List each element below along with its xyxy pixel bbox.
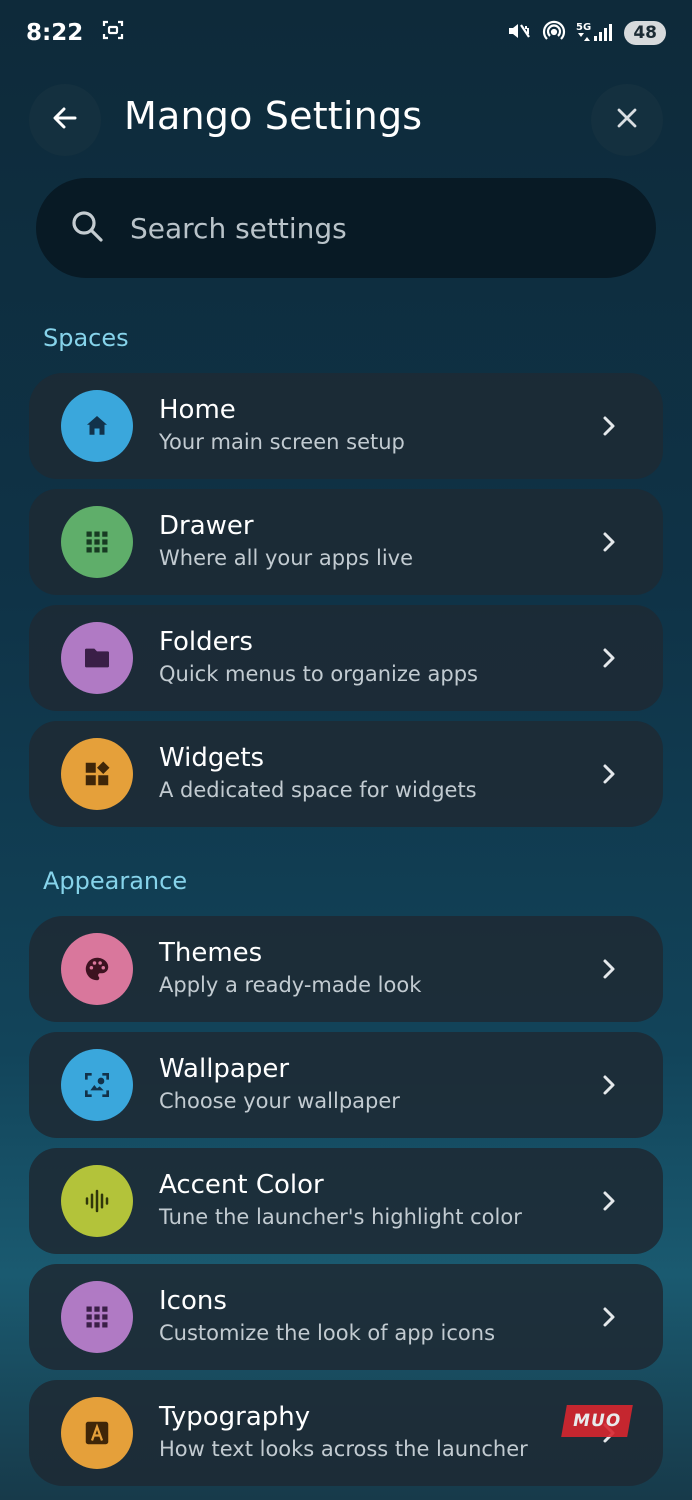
item-title: Themes — [159, 938, 263, 968]
item-subtitle: Choose your wallpaper — [159, 1089, 400, 1113]
settings-item-widgets[interactable]: Widgets A dedicated space for widgets — [29, 721, 663, 827]
settings-item-themes[interactable]: Themes Apply a ready-made look — [29, 916, 663, 1022]
item-title: Typography — [159, 1402, 311, 1432]
status-time: 8:22 — [26, 20, 84, 46]
page-title: Mango Settings — [124, 94, 423, 138]
item-title: Accent Color — [159, 1170, 324, 1200]
status-bar: 8:22 5G 48 — [0, 0, 692, 66]
chevron-right-icon — [597, 1304, 621, 1334]
widgets-icon — [61, 738, 133, 810]
palette-icon — [61, 933, 133, 1005]
section-label-spaces: Spaces — [43, 324, 129, 352]
search-input[interactable]: Search settings — [36, 178, 656, 278]
watermark-logo: MUO — [561, 1405, 633, 1437]
chevron-right-icon — [597, 413, 621, 443]
waveform-icon — [61, 1165, 133, 1237]
chevron-right-icon — [597, 1072, 621, 1102]
settings-item-wallpaper[interactable]: Wallpaper Choose your wallpaper — [29, 1032, 663, 1138]
font-icon — [61, 1397, 133, 1469]
wallpaper-icon — [61, 1049, 133, 1121]
close-icon — [614, 105, 640, 135]
settings-item-home[interactable]: Home Your main screen setup — [29, 373, 663, 479]
item-subtitle: A dedicated space for widgets — [159, 778, 477, 802]
item-title: Home — [159, 395, 236, 425]
item-subtitle: Tune the launcher's highlight color — [159, 1205, 522, 1229]
svg-text:5G: 5G — [576, 22, 591, 33]
settings-item-drawer[interactable]: Drawer Where all your apps live — [29, 489, 663, 595]
item-title: Wallpaper — [159, 1054, 290, 1084]
item-title: Widgets — [159, 743, 265, 773]
item-subtitle: Quick menus to organize apps — [159, 662, 478, 686]
search-placeholder: Search settings — [130, 211, 347, 245]
settings-item-accent-color[interactable]: Accent Color Tune the launcher's highlig… — [29, 1148, 663, 1254]
item-subtitle: Customize the look of app icons — [159, 1321, 496, 1345]
mute-vibrate-icon — [506, 19, 532, 47]
arrow-left-icon — [50, 103, 80, 137]
item-title: Icons — [159, 1286, 227, 1316]
item-title: Folders — [159, 627, 253, 657]
chevron-right-icon — [597, 761, 621, 791]
item-subtitle: Your main screen setup — [159, 430, 405, 454]
grid-icon — [61, 1281, 133, 1353]
close-button[interactable] — [591, 84, 663, 156]
hotspot-icon — [542, 19, 566, 47]
home-icon — [61, 390, 133, 462]
signal-icon: 5G — [576, 19, 614, 47]
section-label-appearance: Appearance — [43, 867, 188, 895]
settings-item-icons[interactable]: Icons Customize the look of app icons — [29, 1264, 663, 1370]
settings-item-folders[interactable]: Folders Quick menus to organize apps — [29, 605, 663, 711]
chevron-right-icon — [597, 529, 621, 559]
search-icon — [70, 209, 104, 247]
chevron-right-icon — [597, 956, 621, 986]
item-subtitle: Where all your apps live — [159, 546, 414, 570]
battery-indicator: 48 — [624, 21, 666, 45]
item-title: Drawer — [159, 511, 254, 541]
screenshot-icon — [101, 18, 125, 48]
grid-icon — [61, 506, 133, 578]
header: Mango Settings — [0, 82, 692, 158]
folder-icon — [61, 622, 133, 694]
chevron-right-icon — [597, 1188, 621, 1218]
chevron-right-icon — [597, 645, 621, 675]
back-button[interactable] — [29, 84, 101, 156]
item-subtitle: How text looks across the launcher — [159, 1437, 528, 1461]
item-subtitle: Apply a ready-made look — [159, 973, 422, 997]
